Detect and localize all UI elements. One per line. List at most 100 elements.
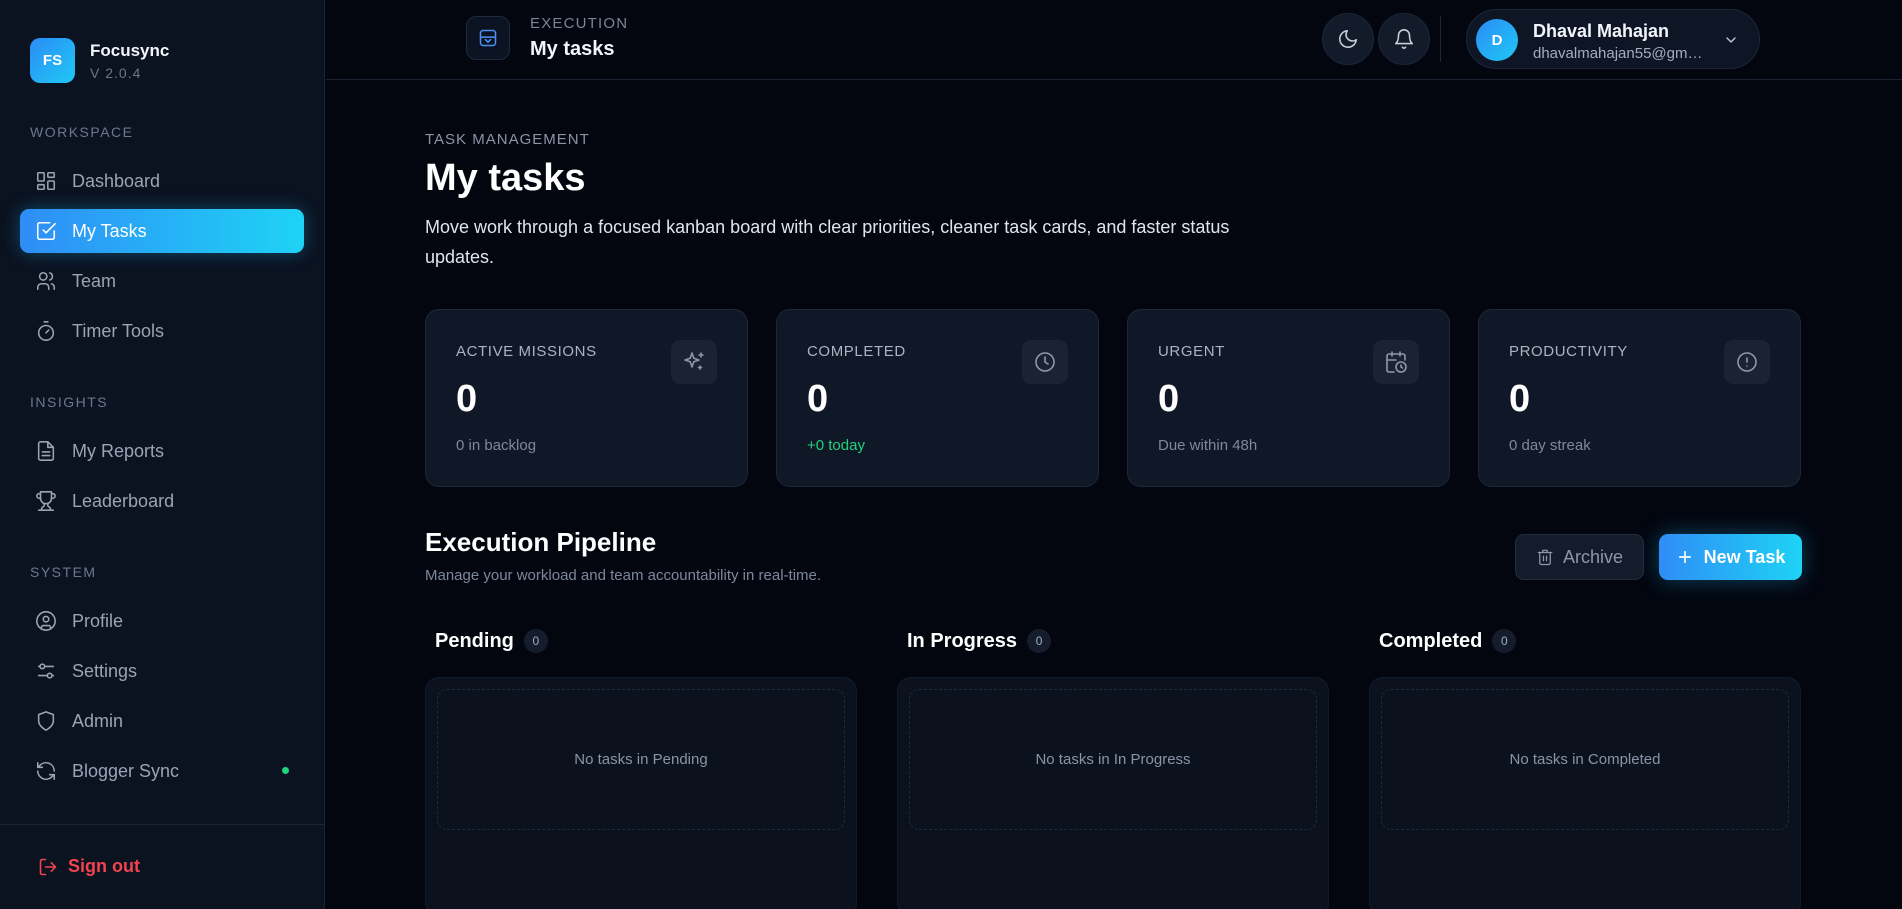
empty-state: No tasks in In Progress [909, 689, 1317, 830]
brand-logo: FS [30, 38, 75, 83]
sidebar-item-label: Settings [72, 660, 138, 681]
stat-sub: 0 in backlog [456, 437, 537, 454]
sliders-icon [35, 660, 57, 682]
page-eyebrow: TASK MANAGEMENT [425, 131, 590, 148]
archive-button[interactable]: Archive [1515, 534, 1644, 580]
section-label-insights: INSIGHTS [30, 394, 109, 410]
header-separator [1440, 16, 1441, 62]
sidebar-item-label: Blogger Sync [72, 760, 180, 781]
kanban-column-in-progress[interactable]: No tasks in In Progress [897, 677, 1329, 909]
trophy-icon [35, 490, 57, 512]
stat-card-completed: COMPLETED 0 +0 today [776, 309, 1099, 487]
sign-out-button[interactable]: Sign out [38, 856, 140, 877]
column-header-completed: Completed 0 [1379, 629, 1517, 653]
sparkles-icon [671, 340, 717, 384]
sidebar-item-blogger-sync[interactable]: Blogger Sync [20, 749, 304, 793]
sidebar-item-timer-tools[interactable]: Timer Tools [20, 309, 304, 353]
sidebar-item-settings[interactable]: Settings [20, 649, 304, 693]
header-title: My tasks [530, 38, 615, 60]
stat-value: 0 [807, 378, 829, 420]
notifications-button[interactable] [1378, 13, 1430, 65]
sidebar-item-my-reports[interactable]: My Reports [20, 429, 304, 473]
stat-card-productivity: PRODUCTIVITY 0 0 day streak [1478, 309, 1801, 487]
sidebar-item-admin[interactable]: Admin [20, 699, 304, 743]
sidebar-item-label: Timer Tools [72, 320, 165, 341]
sidebar-item-label: My Reports [72, 440, 165, 461]
shield-icon [35, 710, 57, 732]
sidebar-item-label: My Tasks [72, 220, 147, 241]
column-title: Completed [1379, 629, 1483, 652]
stat-card-active-missions: ACTIVE MISSIONS 0 0 in backlog [425, 309, 748, 487]
kanban-column-completed[interactable]: No tasks in Completed [1369, 677, 1801, 909]
pipeline-title: Execution Pipeline [425, 527, 657, 557]
sidebar-item-team[interactable]: Team [20, 259, 304, 303]
stat-label: URGENT [1158, 343, 1225, 360]
check-square-icon [35, 220, 57, 242]
plus-icon [1678, 550, 1691, 564]
sidebar: FS Focusync V 2.0.4 WORKSPACE Dashboard … [0, 0, 325, 909]
sidebar-item-label: Admin [72, 710, 124, 731]
stat-label: PRODUCTIVITY [1509, 343, 1628, 360]
sign-out-icon [39, 858, 57, 875]
sign-out-label: Sign out [68, 856, 140, 876]
dashboard-icon [35, 170, 57, 192]
header-eyebrow: EXECUTION [530, 15, 629, 32]
sidebar-item-label: Profile [72, 610, 124, 631]
trash-icon [1537, 549, 1553, 566]
sidebar-item-profile[interactable]: Profile [20, 599, 304, 643]
bell-icon [1394, 29, 1414, 49]
brand-name: Focusync [90, 40, 170, 60]
empty-state: No tasks in Pending [437, 689, 845, 830]
stat-label: COMPLETED [807, 343, 906, 360]
alert-circle-icon [1724, 340, 1770, 384]
new-task-label: New Task [1703, 546, 1786, 567]
stat-value: 0 [456, 378, 478, 420]
column-count-badge: 0 [523, 629, 548, 653]
sidebar-item-dashboard[interactable]: Dashboard [20, 159, 304, 203]
brand[interactable]: FS Focusync V 2.0.4 [30, 38, 169, 83]
stat-card-urgent: URGENT 0 Due within 48h [1127, 309, 1450, 487]
theme-toggle-button[interactable] [1322, 13, 1374, 65]
top-header: EXECUTION My tasks D Dhaval Mahajan dhav… [326, 0, 1902, 80]
report-icon [35, 440, 57, 462]
sidebar-divider [0, 824, 325, 825]
new-task-button[interactable]: New Task [1659, 534, 1802, 580]
section-label-workspace: WORKSPACE [30, 124, 134, 140]
column-count-badge: 0 [1027, 629, 1052, 653]
sidebar-item-my-tasks[interactable]: My Tasks [20, 209, 304, 253]
page-description: Move work through a focused kanban board… [425, 217, 1230, 267]
chevron-down-icon [1723, 32, 1739, 53]
clock-icon [1022, 340, 1068, 384]
sync-status-dot [282, 767, 289, 774]
page-title: My tasks [425, 157, 586, 199]
column-count-badge: 0 [1492, 629, 1517, 653]
column-header-pending: Pending 0 [435, 629, 548, 653]
stat-sub: Due within 48h [1158, 437, 1258, 454]
sync-icon [35, 760, 57, 782]
kanban-column-pending[interactable]: No tasks in Pending [425, 677, 857, 909]
sidebar-item-label: Leaderboard [72, 490, 175, 511]
stat-label: ACTIVE MISSIONS [456, 343, 597, 360]
column-header-in-progress: In Progress 0 [907, 629, 1052, 653]
user-name: Dhaval Mahajan [1533, 21, 1670, 41]
profile-icon [35, 610, 57, 632]
column-title: Pending [435, 629, 514, 652]
archive-label: Archive [1562, 546, 1624, 567]
calendar-clock-icon [1373, 340, 1419, 384]
team-icon [35, 270, 57, 292]
pipeline-subtitle: Manage your workload and team accountabi… [425, 567, 822, 584]
stat-sub: 0 day streak [1509, 437, 1591, 454]
stat-value: 0 [1158, 378, 1180, 420]
avatar: D [1476, 19, 1518, 61]
empty-state: No tasks in Completed [1381, 689, 1789, 830]
column-title: In Progress [907, 629, 1018, 652]
stat-value: 0 [1509, 378, 1531, 420]
inbox-icon [466, 16, 510, 60]
section-label-system: SYSTEM [30, 564, 97, 580]
sidebar-item-leaderboard[interactable]: Leaderboard [20, 479, 304, 523]
sidebar-item-label: Dashboard [72, 170, 161, 191]
brand-version: V 2.0.4 [90, 64, 142, 81]
sidebar-item-label: Team [72, 270, 117, 291]
user-menu[interactable]: D Dhaval Mahajan dhavalmahajan55@gma... [1466, 9, 1760, 69]
stat-sub: +0 today [807, 437, 865, 454]
